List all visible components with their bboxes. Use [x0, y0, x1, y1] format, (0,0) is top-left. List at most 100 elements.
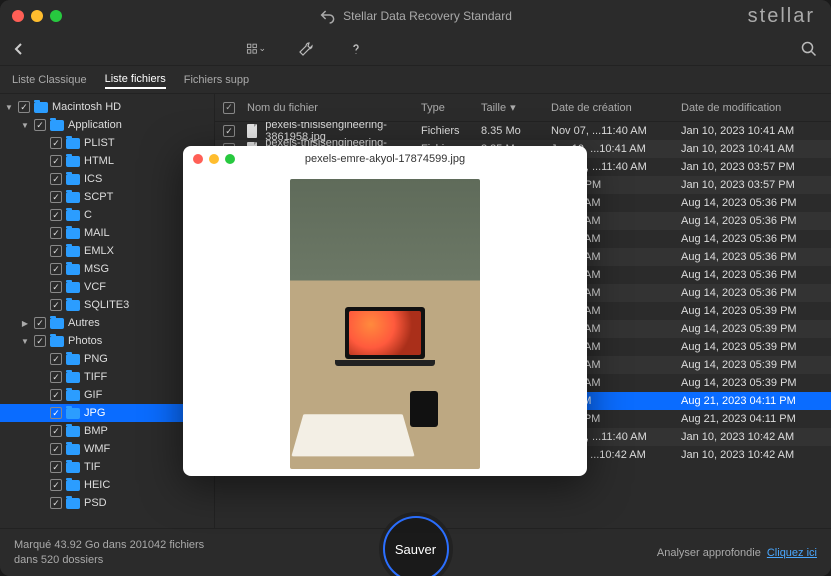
tree-item[interactable]: SQLITE3 — [0, 296, 214, 314]
folder-icon — [34, 102, 48, 113]
preview-titlebar: pexels-emre-akyol-17874599.jpg — [183, 146, 587, 172]
checkbox[interactable] — [50, 137, 62, 149]
view-grid-icon[interactable]: ⌄ — [246, 39, 266, 59]
fullscreen-icon[interactable] — [50, 10, 62, 22]
checkbox[interactable] — [50, 497, 62, 509]
toolbar: ⌄ — [0, 32, 831, 66]
folder-icon — [66, 156, 80, 167]
tree-label: BMP — [84, 425, 108, 437]
tree-item[interactable]: ICS — [0, 170, 214, 188]
tree-item[interactable]: ▼Photos — [0, 332, 214, 350]
tree-label: TIFF — [84, 371, 107, 383]
tree-label: ICS — [84, 173, 102, 185]
tree-item[interactable]: SCPT — [0, 188, 214, 206]
checkbox[interactable] — [34, 317, 46, 329]
folder-icon — [66, 138, 80, 149]
checkbox[interactable] — [50, 389, 62, 401]
col-type[interactable]: Type — [421, 102, 481, 114]
minimize-icon[interactable] — [31, 10, 43, 22]
preview-body — [183, 172, 587, 476]
undo-icon[interactable] — [319, 8, 335, 24]
checkbox[interactable] — [50, 461, 62, 473]
folder-icon — [66, 300, 80, 311]
checkbox[interactable] — [50, 407, 62, 419]
checkbox[interactable] — [50, 155, 62, 167]
col-size[interactable]: Taille ▾ — [481, 101, 551, 114]
checkbox[interactable] — [50, 425, 62, 437]
checkbox[interactable] — [50, 263, 62, 275]
col-modified[interactable]: Date de modification — [681, 102, 831, 114]
table-header: Nom du fichier Type Taille ▾ Date de cré… — [215, 94, 831, 122]
tree-label: SCPT — [84, 191, 113, 203]
col-created[interactable]: Date de création — [551, 102, 681, 114]
tree-item[interactable]: VCF — [0, 278, 214, 296]
folder-icon — [66, 372, 80, 383]
tree-item[interactable]: PNG — [0, 350, 214, 368]
checkbox[interactable] — [50, 371, 62, 383]
tree-item[interactable]: GIF — [0, 386, 214, 404]
save-button[interactable]: Sauver — [383, 516, 449, 576]
tree-label: HTML — [84, 155, 114, 167]
tree-label: PLIST — [84, 137, 115, 149]
checkbox[interactable] — [50, 227, 62, 239]
folder-icon — [66, 498, 80, 509]
checkbox[interactable] — [50, 299, 62, 311]
tab-file-list[interactable]: Liste fichiers — [105, 71, 166, 89]
tree-label: EMLX — [84, 245, 114, 257]
tree-item[interactable]: ▶Autres — [0, 314, 214, 332]
folder-icon — [66, 426, 80, 437]
checkbox[interactable] — [223, 125, 235, 137]
close-icon[interactable] — [12, 10, 24, 22]
col-filename[interactable]: Nom du fichier — [243, 102, 421, 114]
preview-filename: pexels-emre-akyol-17874599.jpg — [305, 153, 465, 165]
checkbox[interactable] — [18, 101, 30, 113]
tab-deleted-files[interactable]: Fichiers supp — [184, 72, 249, 88]
tab-classic-list[interactable]: Liste Classique — [12, 72, 87, 88]
checkbox[interactable] — [50, 353, 62, 365]
deep-scan-link[interactable]: Cliquez ici — [767, 547, 817, 559]
tree-item[interactable]: ▼Macintosh HD — [0, 98, 214, 116]
folder-icon — [66, 462, 80, 473]
tree-item[interactable]: WMF — [0, 440, 214, 458]
select-all-checkbox[interactable] — [223, 102, 235, 114]
checkbox[interactable] — [50, 245, 62, 257]
tree-item[interactable]: JPG — [0, 404, 214, 422]
tree-item[interactable]: PSD — [0, 494, 214, 512]
tree-item[interactable]: BMP — [0, 422, 214, 440]
tree-item[interactable]: EMLX — [0, 242, 214, 260]
titlebar: Stellar Data Recovery Standard stellar — [0, 0, 831, 32]
status-text: Marqué 43.92 Go dans 201042 fichiers dan… — [14, 538, 214, 567]
folder-icon — [66, 480, 80, 491]
checkbox[interactable] — [50, 479, 62, 491]
folder-icon — [66, 264, 80, 275]
checkbox[interactable] — [50, 443, 62, 455]
tree-label: TIF — [84, 461, 101, 473]
checkbox[interactable] — [50, 191, 62, 203]
tree-item[interactable]: TIF — [0, 458, 214, 476]
tools-icon[interactable] — [296, 39, 316, 59]
close-icon[interactable] — [193, 154, 203, 164]
help-icon[interactable] — [346, 39, 366, 59]
tree-item[interactable]: HEIC — [0, 476, 214, 494]
checkbox[interactable] — [50, 281, 62, 293]
tree-item[interactable]: MSG — [0, 260, 214, 278]
tree-item[interactable]: ▼Application — [0, 116, 214, 134]
preview-window[interactable]: pexels-emre-akyol-17874599.jpg — [183, 146, 587, 476]
tree-item[interactable]: C — [0, 206, 214, 224]
fullscreen-icon[interactable] — [225, 154, 235, 164]
folder-icon — [66, 192, 80, 203]
minimize-icon[interactable] — [209, 154, 219, 164]
checkbox[interactable] — [50, 173, 62, 185]
search-icon[interactable] — [799, 39, 819, 59]
tree-item[interactable]: TIFF — [0, 368, 214, 386]
tree-item[interactable]: HTML — [0, 152, 214, 170]
tree-item[interactable]: PLIST — [0, 134, 214, 152]
checkbox[interactable] — [50, 209, 62, 221]
sort-down-icon: ▾ — [510, 101, 516, 114]
folder-icon — [50, 318, 64, 329]
tree-label: Application — [68, 119, 122, 131]
back-button[interactable] — [12, 42, 26, 56]
tree-item[interactable]: MAIL — [0, 224, 214, 242]
checkbox[interactable] — [34, 335, 46, 347]
checkbox[interactable] — [34, 119, 46, 131]
